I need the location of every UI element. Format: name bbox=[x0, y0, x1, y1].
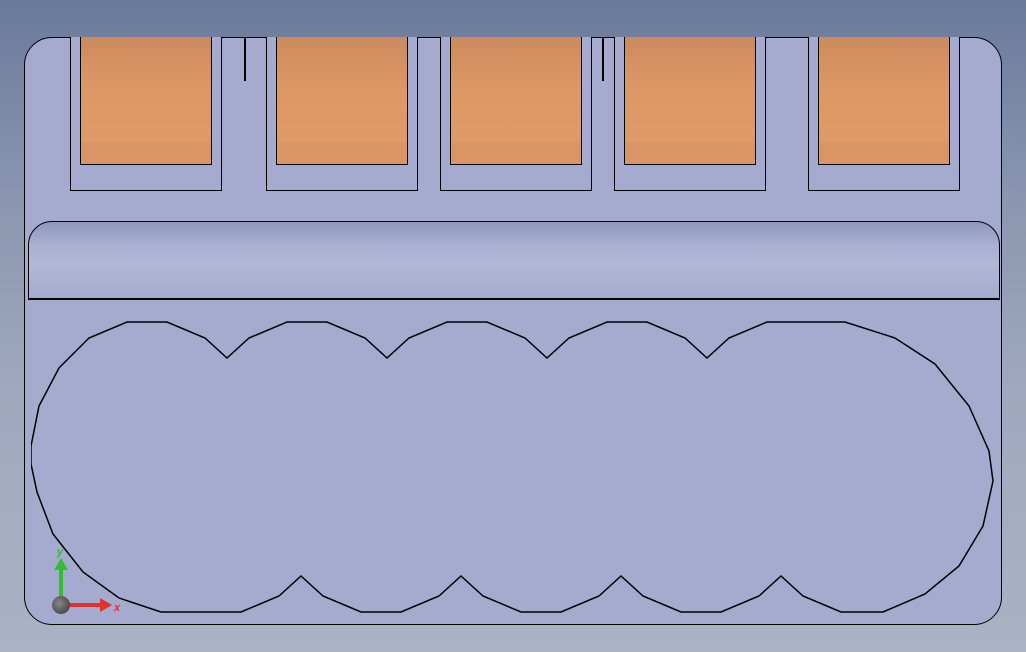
orange-lower-1 bbox=[80, 142, 212, 165]
axis-y-label: y bbox=[57, 546, 63, 558]
orange-upper-2 bbox=[276, 37, 408, 143]
orange-upper-1 bbox=[80, 37, 212, 143]
orange-upper-5 bbox=[818, 37, 950, 143]
divider-3-4 bbox=[602, 37, 604, 81]
orange-lower-3 bbox=[450, 142, 582, 165]
cylinder-bore-outline bbox=[31, 316, 997, 616]
cad-part-body[interactable] bbox=[24, 37, 1002, 625]
divider-1-2 bbox=[244, 37, 246, 81]
axis-y-arrow bbox=[54, 558, 68, 570]
top-slots-section bbox=[25, 38, 1001, 218]
axis-x-arrow bbox=[100, 598, 112, 612]
orange-upper-3 bbox=[450, 37, 582, 143]
orange-lower-2 bbox=[276, 142, 408, 165]
orientation-triad[interactable]: y x bbox=[52, 552, 124, 614]
orange-upper-4 bbox=[624, 37, 756, 143]
orange-lower-5 bbox=[818, 142, 950, 165]
orange-lower-4 bbox=[624, 142, 756, 165]
mid-separator-line bbox=[28, 298, 1000, 300]
axis-x-label: x bbox=[114, 602, 120, 614]
triad-origin[interactable] bbox=[52, 596, 70, 614]
mid-rounded-band bbox=[28, 221, 1000, 299]
